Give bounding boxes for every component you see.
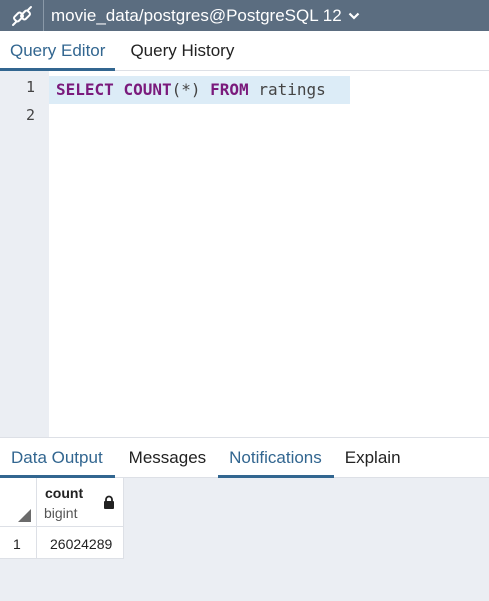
editor-tabs: Query Editor Query History [0,31,489,71]
connection-title: movie_data/postgres@PostgreSQL 12 [51,5,342,25]
tab-label: Data Output [11,447,103,467]
line-number-gutter: 1 2 [0,71,49,437]
column-type: bigint [44,505,78,521]
code-line-1[interactable]: SELECT COUNT(*) FROM ratings [49,76,350,104]
chevron-down-icon [348,12,359,20]
line-number: 2 [25,106,35,124]
tab-label: Notifications [229,447,322,467]
table-cell[interactable]: 26024289 [37,527,124,559]
tab-query-history[interactable]: Query History [115,31,244,70]
sql-editor[interactable]: 1 2 SELECT COUNT(*) FROM ratings [0,71,489,437]
tab-explain[interactable]: Explain [334,438,413,477]
select-all-corner[interactable] [0,478,37,527]
sql-count-args: (*) [171,80,201,99]
tab-query-editor[interactable]: Query Editor [0,31,116,71]
column-header-count[interactable]: count bigint [37,478,124,527]
tab-data-output[interactable]: Data Output [0,438,115,478]
connection-plug-icon[interactable] [0,0,44,31]
code-line-2[interactable] [49,104,56,132]
results-grid: count bigint 1 26024289 [0,478,489,601]
sql-table-name: ratings [258,80,326,99]
sql-keyword-select: SELECT [56,80,114,99]
tab-label: Messages [128,447,207,467]
query-tool-titlebar: movie_data/postgres@PostgreSQL 12 [0,0,489,31]
line-number: 1 [25,78,35,96]
connection-selector[interactable]: movie_data/postgres@PostgreSQL 12 [44,6,360,26]
result-tabs: Data Output Messages Notifications Expla… [0,437,489,478]
tab-notifications[interactable]: Notifications [218,438,334,478]
sql-keyword-from: FROM [210,80,249,99]
select-all-triangle-icon [18,509,31,522]
column-name: count [45,485,84,501]
tab-label: Explain [344,447,401,467]
tab-messages[interactable]: Messages [115,438,218,477]
lock-icon [104,495,114,509]
row-number[interactable]: 1 [0,527,37,559]
tab-label: Query History [130,40,235,60]
tab-label: Query Editor [10,40,106,60]
sql-function-count: COUNT [123,80,172,99]
